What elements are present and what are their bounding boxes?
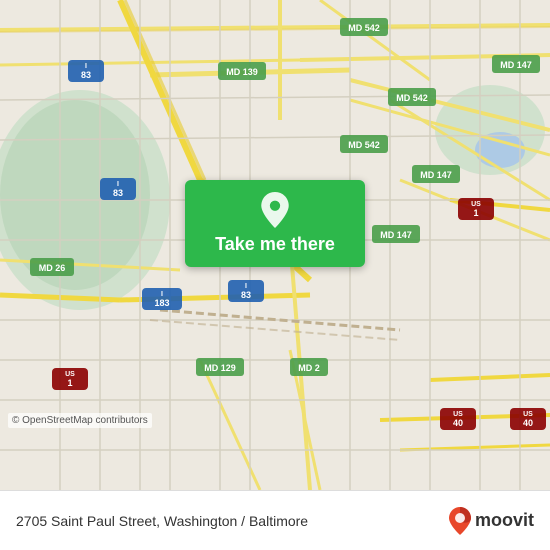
svg-text:MD 542: MD 542: [348, 23, 380, 33]
svg-text:MD 129: MD 129: [204, 363, 236, 373]
moovit-logo: moovit: [449, 507, 534, 535]
take-me-there-label: Take me there: [215, 234, 335, 255]
svg-text:I: I: [117, 181, 119, 188]
svg-text:MD 542: MD 542: [396, 93, 428, 103]
svg-text:83: 83: [113, 188, 123, 198]
svg-text:1: 1: [67, 378, 72, 388]
svg-text:83: 83: [81, 70, 91, 80]
svg-text:US: US: [65, 371, 75, 378]
moovit-pin-icon: [449, 507, 471, 535]
svg-text:I: I: [245, 283, 247, 290]
osm-credit: © OpenStreetMap contributors: [8, 413, 152, 428]
svg-text:83: 83: [241, 290, 251, 300]
svg-text:MD 147: MD 147: [380, 230, 412, 240]
svg-text:40: 40: [453, 418, 463, 428]
svg-text:US: US: [453, 411, 463, 418]
info-bar: 2705 Saint Paul Street, Washington / Bal…: [0, 490, 550, 550]
svg-text:MD 542: MD 542: [348, 140, 380, 150]
svg-text:I: I: [161, 291, 163, 298]
address-text: 2705 Saint Paul Street, Washington / Bal…: [16, 513, 308, 529]
svg-text:US: US: [471, 201, 481, 208]
svg-text:MD 147: MD 147: [420, 170, 452, 180]
svg-text:MD 139: MD 139: [226, 67, 258, 77]
svg-text:MD 26: MD 26: [39, 263, 66, 273]
moovit-brand-text: moovit: [475, 510, 534, 531]
svg-text:I: I: [85, 63, 87, 70]
location-pin-icon: [257, 192, 293, 228]
map-container: MD 139 MD 542 MD 542 MD 542 MD 147 MD 14…: [0, 0, 550, 490]
svg-text:MD 147: MD 147: [500, 60, 532, 70]
take-me-there-button[interactable]: Take me there: [185, 180, 365, 267]
svg-text:MD 2: MD 2: [298, 363, 320, 373]
svg-text:40: 40: [523, 418, 533, 428]
svg-text:1: 1: [473, 208, 478, 218]
svg-text:US: US: [523, 411, 533, 418]
svg-text:183: 183: [154, 298, 169, 308]
